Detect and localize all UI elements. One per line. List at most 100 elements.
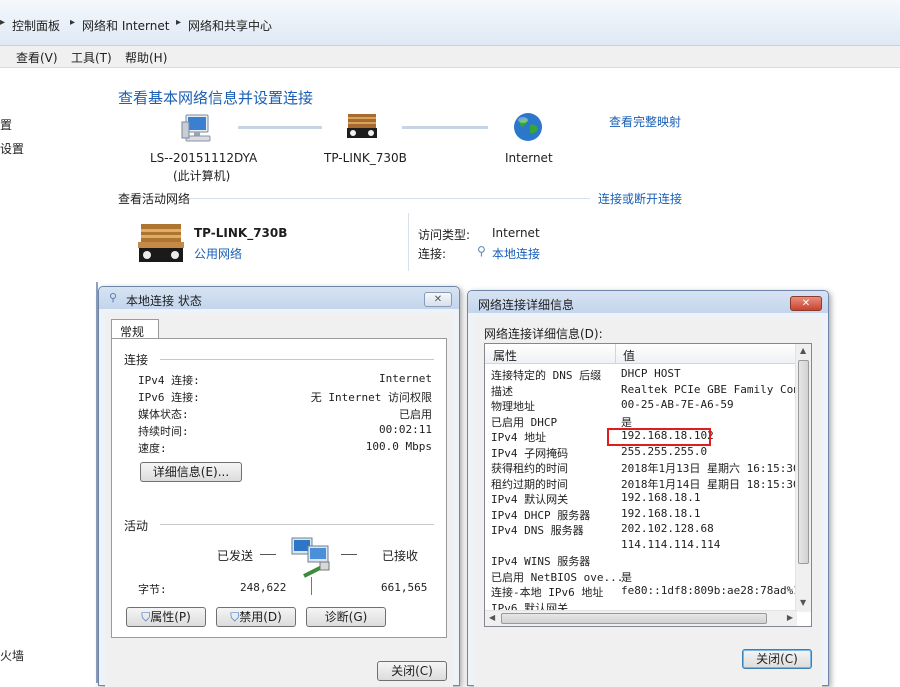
column-header-property[interactable]: 属性 — [493, 347, 517, 364]
local-connection-status-dialog: ⚲ 本地连接 状态 ✕ 常规 连接 IPv4 连接: Internet IPv6… — [98, 286, 460, 687]
tab-panel: 连接 IPv4 连接: Internet IPv6 连接: 无 Internet… — [111, 338, 447, 638]
dialog-body: 网络连接详细信息(D): 属性 值 连接特定的 DNS 后缀 DHCP HOST 描… — [474, 317, 822, 687]
divider — [408, 213, 409, 271]
activity-section-label: 活动 — [124, 519, 149, 533]
value-cell: 114.114.114.114 — [621, 537, 721, 551]
menu-tools[interactable]: 工具(T) — [71, 49, 112, 66]
tab-general[interactable]: 常规 — [111, 319, 159, 339]
value-cell: 00-25-AB-7E-A6-59 — [621, 398, 734, 411]
menu-bar: 查看(V) 工具(T) 帮助(H) — [0, 46, 900, 68]
breadcrumb-control-panel[interactable]: 控制面板 — [12, 17, 60, 34]
column-header-value[interactable]: 值 — [623, 347, 635, 364]
adapter-icon: ⚲ — [109, 291, 118, 304]
details-list-label: 网络连接详细信息(D): — [484, 327, 603, 341]
close-button[interactable]: 关闭(C) — [742, 649, 812, 669]
table-row[interactable]: IPv4 DNS 服务器 202.102.128.68 — [485, 522, 797, 538]
diagnose-button[interactable]: 诊断(G) — [306, 607, 386, 627]
network-bench-icon — [135, 220, 187, 266]
vertical-scrollbar[interactable]: ▲ ▼ — [795, 344, 811, 612]
table-row[interactable]: 114.114.114.114 — [485, 538, 797, 554]
details-button[interactable]: 详细信息(E)... — [140, 462, 242, 482]
title-bar[interactable]: ⚲ 本地连接 状态 ✕ — [99, 287, 459, 309]
horizontal-scrollbar[interactable]: ◀ ▶ — [485, 610, 797, 626]
close-icon[interactable]: ✕ — [790, 296, 822, 311]
details-list[interactable]: 属性 值 连接特定的 DNS 后缀 DHCP HOST 描述 Realtek PCIe… — [484, 343, 812, 627]
table-row[interactable]: 物理地址 00-25-AB-7E-A6-59 — [485, 398, 797, 414]
value-cell: 2018年1月14日 星期日 18:15:30 — [621, 477, 800, 491]
table-row[interactable]: 获得租约的时间 2018年1月13日 星期六 16:15:30 — [485, 460, 800, 476]
property-cell: IPv4 DNS 服务器 — [491, 524, 584, 537]
table-row[interactable]: 连接特定的 DNS 后缀 DHCP HOST — [485, 367, 797, 383]
property-cell: IPv4 地址 — [491, 431, 547, 444]
adapter-icon: ⚲ — [477, 244, 486, 258]
access-type-label: 访问类型: — [418, 228, 471, 242]
properties-button[interactable]: ⛉属性(P) — [126, 607, 206, 627]
active-networks-label: 查看活动网络 — [118, 192, 191, 206]
value-cell: 192.168.18.1 — [621, 506, 701, 520]
router-name: TP-LINK_730B — [324, 151, 407, 165]
details-rows: 连接特定的 DNS 后缀 DHCP HOST 描述 Realtek PCIe GBE … — [485, 367, 811, 615]
close-button[interactable]: 关闭(C) — [377, 661, 447, 681]
value-cell: 2018年1月13日 星期六 16:15:30 — [621, 462, 800, 475]
connection-section-label: 连接 — [124, 353, 149, 367]
close-icon[interactable]: ✕ — [424, 292, 452, 307]
table-row[interactable]: 租约过期的时间 2018年1月14日 星期日 18:15:30 — [485, 476, 800, 492]
local-connection-link[interactable]: 本地连接 — [492, 245, 540, 262]
property-cell: IPv4 WINS 服务器 — [491, 555, 591, 568]
table-row[interactable]: IPv4 WINS 服务器 — [485, 553, 797, 569]
active-network-type-link[interactable]: 公用网络 — [194, 245, 242, 262]
sidebar-item[interactable]: 置 — [0, 116, 12, 133]
shield-icon: ⛉ — [230, 610, 240, 624]
connect-disconnect-link[interactable]: 连接或断开连接 — [598, 190, 682, 207]
property-cell: 描述 — [491, 384, 513, 398]
divider — [311, 577, 312, 595]
property-cell: IPv4 DHCP 服务器 — [491, 508, 591, 522]
scroll-up-icon[interactable]: ▲ — [800, 346, 806, 355]
bytes-sent-value: 248,622 — [240, 581, 287, 594]
chevron-right-icon: ▸ — [70, 17, 76, 28]
menu-view[interactable]: 查看(V) — [16, 49, 58, 66]
scrollbar-thumb[interactable] — [501, 613, 767, 624]
received-label: 已接收 — [382, 549, 419, 563]
sidebar-item-firewall[interactable]: 火墙 — [0, 647, 24, 664]
table-row[interactable]: IPv4 子网掩码 255.255.255.0 — [485, 445, 797, 461]
scrollbar-thumb[interactable] — [798, 360, 809, 564]
access-type-value: Internet — [492, 226, 540, 240]
row-value: 已启用 — [399, 408, 432, 421]
property-cell: IPv4 子网掩码 — [491, 446, 569, 460]
sidebar-item[interactable]: 设置 — [0, 140, 24, 157]
row-label: IPv6 连接: — [138, 391, 200, 404]
network-activity-icon — [290, 536, 334, 580]
address-bar[interactable]: ▸ 控制面板 ▸ 网络和 Internet ▸ 网络和共享中心 — [0, 0, 900, 46]
breadcrumb-network-sharing-center[interactable]: 网络和共享中心 — [188, 17, 272, 34]
value-cell: DHCP HOST — [621, 367, 681, 380]
scroll-down-icon[interactable]: ▼ — [800, 598, 806, 607]
table-row[interactable]: 已启用 DHCP 是 — [485, 414, 797, 430]
row-label: 速度: — [138, 442, 167, 455]
scroll-left-icon[interactable]: ◀ — [489, 613, 495, 622]
table-row[interactable]: 描述 Realtek PCIe GBE Family Contro — [485, 383, 811, 399]
computer-subtitle: (此计算机) — [173, 169, 231, 183]
scroll-right-icon[interactable]: ▶ — [787, 613, 793, 622]
table-row[interactable]: IPv4 DHCP 服务器 192.168.18.1 — [485, 507, 797, 523]
table-row[interactable]: IPv4 默认网关 192.168.18.1 — [485, 491, 797, 507]
globe-icon — [512, 111, 544, 143]
title-bar[interactable]: 网络连接详细信息 ✕ — [468, 291, 828, 313]
value-cell: 202.102.128.68 — [621, 522, 714, 535]
bytes-label: 字节: — [138, 583, 167, 596]
row-value: 00:02:11 — [379, 423, 432, 436]
network-details-dialog: 网络连接详细信息 ✕ 网络连接详细信息(D): 属性 值 连接特定的 DNS 后… — [467, 290, 829, 687]
menu-help[interactable]: 帮助(H) — [125, 49, 167, 66]
breadcrumb-network-internet[interactable]: 网络和 Internet — [82, 17, 169, 34]
row-value: 100.0 Mbps — [365, 440, 432, 453]
divider — [160, 524, 434, 525]
full-map-link[interactable]: 查看完整映射 — [609, 113, 681, 130]
computer-icon — [180, 112, 214, 144]
divider — [615, 344, 616, 364]
row-value: 无 Internet 访问权限 — [310, 391, 432, 404]
active-network-name: TP-LINK_730B — [194, 226, 288, 240]
property-cell: 已启用 DHCP — [491, 415, 558, 429]
disable-button[interactable]: ⛉禁用(D) — [216, 607, 296, 627]
table-row[interactable]: 已启用 NetBIOS ove... 是 — [485, 569, 797, 585]
table-row[interactable]: 连接-本地 IPv6 地址 fe80::1df8:809b:ae28:78ad%1… — [485, 584, 806, 600]
